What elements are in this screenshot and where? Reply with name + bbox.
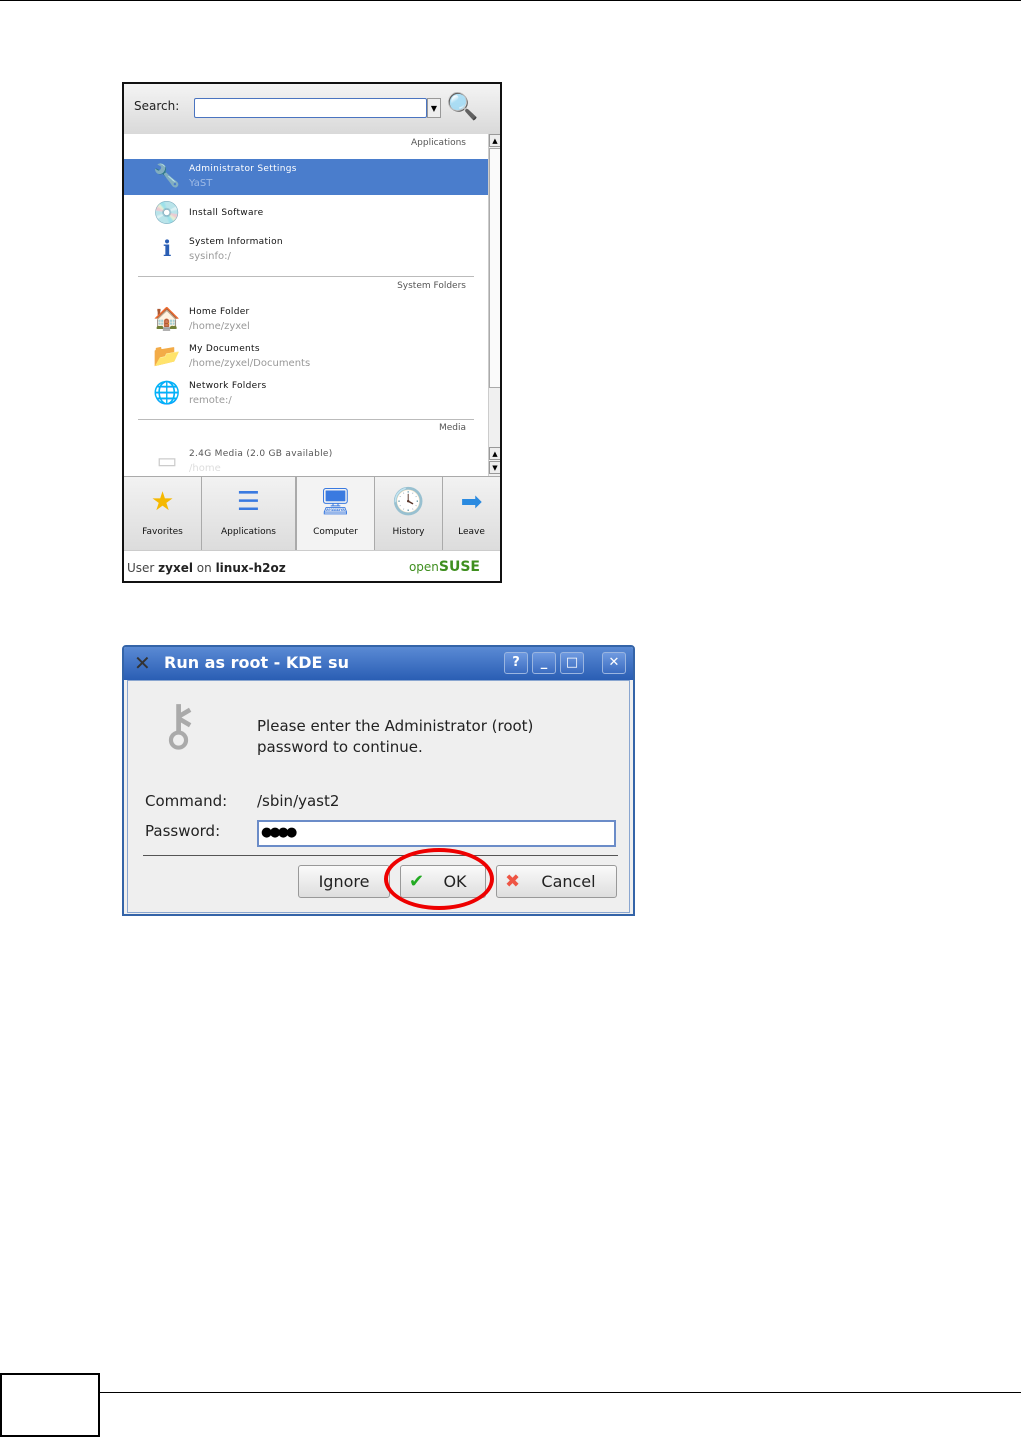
search-input[interactable] [194, 98, 427, 118]
computer-icon: 🖥 [318, 487, 352, 517]
list-item[interactable]: 🌐 Network Folders remote:/ [124, 376, 488, 412]
password-label: Password: [145, 822, 221, 840]
clock-icon: 🕓 [392, 487, 425, 517]
password-field[interactable]: ●●●● [257, 820, 616, 847]
list-item[interactable]: 🏠 Home Folder/home/zyxel [124, 302, 488, 338]
opensuse-logo: openSUSE [408, 559, 480, 575]
scrollbar[interactable]: ▲ ▲ ▼ [488, 134, 500, 476]
globe-icon: 🌐 [153, 381, 181, 406]
menu-list: Applications 🔧 Administrator Settings YaST… [124, 134, 488, 476]
ignore-button[interactable]: Ignore [298, 865, 390, 898]
minimize-button[interactable]: _ [532, 652, 556, 674]
divider [143, 855, 618, 856]
cancel-icon: ✖ [505, 871, 521, 892]
scroll-up-icon[interactable]: ▲ [489, 134, 500, 147]
section-media: Media [438, 423, 466, 433]
tab-computer[interactable]: 🖥 Computer [296, 476, 375, 552]
list-item[interactable]: 💿 Install Software [124, 196, 488, 232]
leave-icon: ➡ [460, 487, 483, 517]
scroll-down-icon[interactable]: ▼ [489, 461, 500, 474]
info-icon: ℹ [162, 237, 172, 262]
tab-history[interactable]: 🕓 History [375, 477, 443, 551]
dialog-body: ⚷ Please enter the Administrator (root) p… [127, 680, 630, 913]
command-value: /sbin/yast2 [257, 792, 340, 810]
search-label: Search: [134, 99, 180, 113]
install-software-icon: 💿 [153, 201, 181, 226]
divider [138, 276, 474, 277]
kde-start-menu: Search: ▼ 🔍 Applications 🔧 Administrator … [122, 82, 502, 583]
keys-icon: ⚷ [158, 693, 200, 758]
home-icon: 🏠 [153, 307, 181, 332]
scroll-thumb[interactable] [489, 148, 500, 388]
highlight-circle [384, 848, 494, 910]
list-item[interactable]: ℹ System Information sysinfo:/ [124, 232, 488, 268]
dialog-message: Please enter the Administrator (root) pas… [257, 717, 534, 756]
maximize-button[interactable]: □ [560, 652, 584, 674]
cancel-button[interactable]: ✖ Cancel [496, 865, 617, 898]
help-button[interactable]: ? [504, 652, 528, 674]
close-button[interactable]: ✕ [602, 652, 626, 674]
chevron-down-icon[interactable]: ▼ [427, 98, 441, 118]
kde-su-dialog: ✕ Run as root - KDE su ? _ □ ✕ ⚷ Please … [122, 645, 635, 916]
tab-favorites[interactable]: ★ Favorites [124, 477, 202, 551]
tab-leave[interactable]: ➡ Leave [443, 477, 500, 551]
title-bar: ✕ Run as root - KDE su ? _ □ ✕ [124, 647, 633, 680]
star-icon: ★ [150, 487, 175, 517]
list-item[interactable]: 📂 My Documents/home/zyxel/Documents [124, 339, 488, 375]
header-rule [0, 0, 1021, 1]
section-system-folders: System Folders [397, 281, 466, 291]
dialog-title: Run as root - KDE su [164, 653, 349, 672]
yast-icon: 🔧 [153, 164, 181, 189]
menu-tabs: ★ Favorites ☰ Applications 🖥 Computer 🕓 Hist… [124, 476, 500, 552]
command-label: Command: [145, 792, 228, 810]
scroll-up-icon[interactable]: ▲ [489, 447, 500, 460]
list-item[interactable]: ▭ 2.4G Media (2.0 GB available)/home [124, 444, 488, 480]
search-icon[interactable]: 🔍 [446, 92, 478, 122]
menu-footer: User zyxel on linux-h2oz openSUSE [124, 550, 500, 581]
footer-rule [100, 1392, 1021, 1393]
user-info: User zyxel on linux-h2oz [127, 561, 286, 575]
list-icon: ☰ [236, 487, 261, 517]
list-item[interactable]: 🔧 Administrator Settings YaST [124, 159, 488, 195]
search-bar: Search: ▼ 🔍 [124, 84, 500, 134]
folder-icon: 📂 [153, 344, 181, 369]
tab-applications[interactable]: ☰ Applications [202, 477, 296, 551]
divider [138, 419, 474, 420]
drive-icon: ▭ [156, 449, 178, 474]
x-app-icon: ✕ [134, 651, 151, 675]
section-applications: Applications [411, 138, 466, 148]
page-number-box [0, 1373, 100, 1437]
